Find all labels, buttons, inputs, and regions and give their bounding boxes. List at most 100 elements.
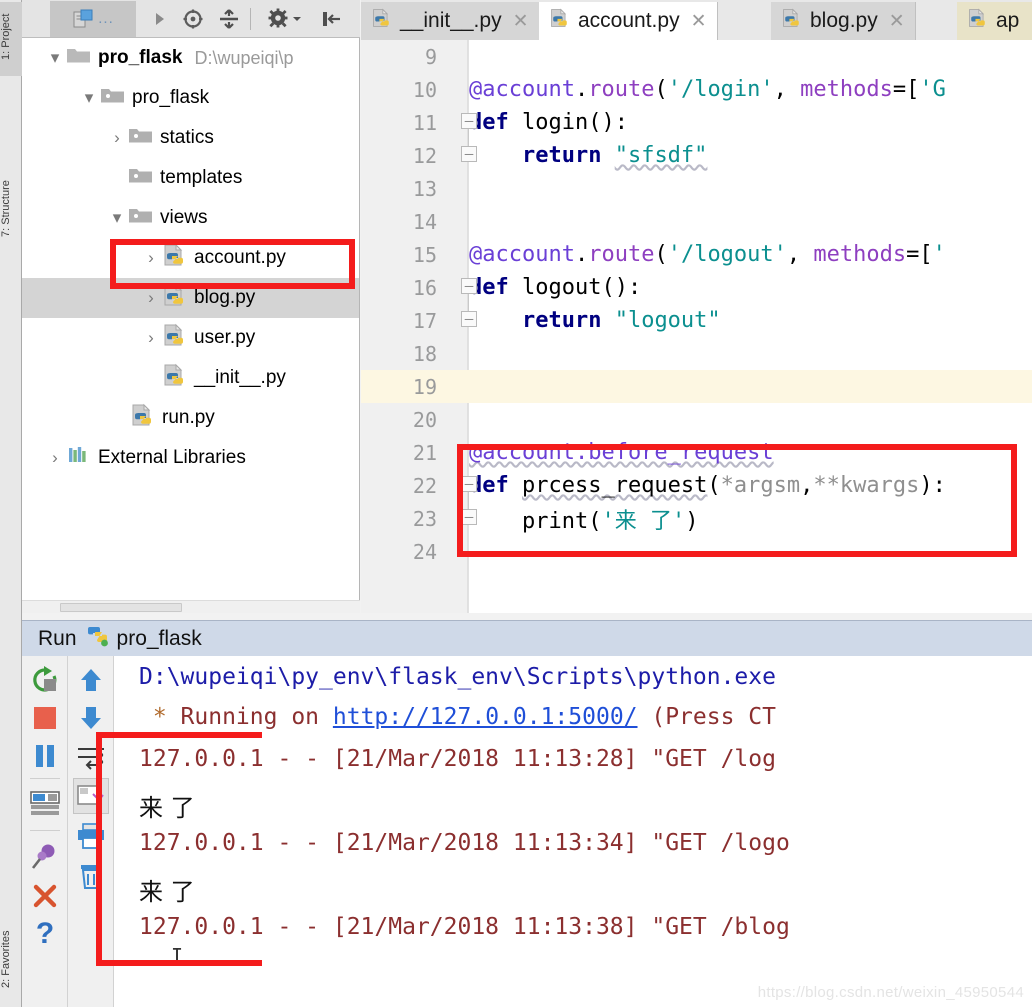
chevron-down-icon[interactable]: [290, 6, 304, 32]
toolbar-divider: [250, 8, 251, 30]
console-output[interactable]: D:\wupeiqi\py_env\flask_env\Scripts\pyth…: [115, 656, 1032, 1007]
scroll-up-icon[interactable]: [73, 662, 109, 698]
chevron-right-icon[interactable]: ›: [44, 448, 66, 468]
tree-row-account-py[interactable]: › account.py: [22, 238, 359, 278]
line-content: def logout():: [469, 275, 642, 300]
project-tree-panel[interactable]: ▾ pro_flask D:\wupeiqi\p ▾ pro_flask › s…: [22, 38, 360, 613]
close-icon[interactable]: ✕: [691, 10, 707, 33]
text-cursor: I: [171, 944, 184, 968]
tree-row-run-py[interactable]: run.py: [22, 398, 359, 438]
code-line[interactable]: 13: [361, 172, 1032, 205]
scrollbar-thumb[interactable]: [60, 603, 182, 612]
line-content: print('来 了'): [521, 508, 699, 534]
pause-icon[interactable]: [27, 738, 63, 774]
line-number: 16: [412, 275, 437, 300]
editor-tab-label: blog.py: [810, 9, 878, 32]
line-number: 13: [412, 176, 437, 201]
line-number: 23: [412, 506, 437, 531]
stop-icon[interactable]: [27, 700, 63, 736]
show-console-icon[interactable]: [27, 786, 63, 822]
editor-tab-init-py[interactable]: __init__.py ✕: [361, 2, 540, 40]
fold-marker-logout-end[interactable]: ─: [461, 311, 477, 327]
code-line[interactable]: 15 @account.route('/logout', methods=[': [361, 238, 1032, 271]
code-line[interactable]: 14: [361, 205, 1032, 238]
server-url-link[interactable]: http://127.0.0.1:5000/: [333, 704, 638, 730]
rerun-icon[interactable]: [27, 662, 63, 698]
tree-row-user-py[interactable]: › user.py: [22, 318, 359, 358]
project-view-selector[interactable]: ...: [50, 1, 136, 37]
tree-row-views[interactable]: ▾ views: [22, 198, 359, 238]
print-icon[interactable]: [73, 818, 109, 854]
libraries-icon: [66, 444, 92, 472]
code-line[interactable]: 9: [361, 40, 1032, 73]
help-icon[interactable]: ?: [27, 916, 63, 952]
chevron-right-icon[interactable]: ›: [140, 328, 162, 348]
console-line-request-log: 127.0.0.1 - - [21/Mar/2018 11:13:34] "GE…: [139, 830, 790, 856]
collapse-all-icon[interactable]: [216, 6, 242, 32]
scroll-to-end-icon[interactable]: [73, 778, 109, 814]
soft-wrap-icon[interactable]: [73, 740, 109, 776]
fold-marker-login-end[interactable]: ─: [461, 146, 477, 162]
tree-row-pro-flask-pkg[interactable]: ▾ pro_flask: [22, 78, 359, 118]
code-line[interactable]: 24: [361, 535, 1032, 568]
tool-tab-project[interactable]: 1: Project: [0, 2, 22, 76]
tree-row-templates[interactable]: templates: [22, 158, 359, 198]
python-file-icon: [371, 7, 393, 35]
tool-tab-structure[interactable]: 7: Structure: [0, 168, 22, 254]
fold-marker-prcess-request[interactable]: ─: [461, 476, 477, 492]
hide-panel-icon[interactable]: [318, 6, 344, 32]
toolbar-separator: [30, 778, 60, 779]
fold-marker-prcess-request-end[interactable]: ─: [461, 509, 477, 525]
line-number: 20: [412, 407, 437, 432]
run-toolbar-secondary: [68, 656, 114, 1007]
line-content: return "sfsdf": [521, 143, 708, 168]
code-line[interactable]: 18: [361, 337, 1032, 370]
code-line[interactable]: 20: [361, 403, 1032, 436]
tree-row-init-py[interactable]: __init__.py: [22, 358, 359, 398]
code-editor[interactable]: 9 10 @account.route('/login', methods=['…: [361, 40, 1032, 613]
expand-run-icon[interactable]: [146, 6, 172, 32]
clear-all-icon[interactable]: [73, 858, 109, 894]
line-number: 12: [412, 143, 437, 168]
scroll-down-icon[interactable]: [73, 700, 109, 736]
code-line-current[interactable]: 19: [361, 370, 1032, 403]
tool-tab-favorites[interactable]: 2: Favorites: [0, 918, 22, 1004]
close-icon[interactable]: [27, 878, 63, 914]
tree-label: __init__.py: [194, 367, 286, 388]
settings-gear-icon[interactable]: [266, 6, 292, 32]
chevron-right-icon[interactable]: ›: [106, 128, 128, 148]
python-file-icon: [162, 323, 188, 353]
python-file-icon: [967, 7, 989, 35]
code-line[interactable]: 21 @account.before_request: [361, 436, 1032, 469]
chevron-down-icon[interactable]: ▾: [78, 88, 100, 108]
chevron-right-icon[interactable]: ›: [140, 248, 162, 268]
line-number: 10: [412, 77, 437, 102]
fold-marker-login[interactable]: ─: [461, 113, 477, 129]
tree-row-blog-py[interactable]: › blog.py: [22, 278, 359, 318]
tree-row-external-libraries[interactable]: › External Libraries: [22, 438, 359, 478]
code-line[interactable]: 10 @account.route('/login', methods=['G: [361, 73, 1032, 106]
python-file-icon: [549, 7, 571, 35]
console-line-interpreter-path: D:\wupeiqi\py_env\flask_env\Scripts\pyth…: [139, 664, 776, 690]
tree-row-pro-flask-root[interactable]: ▾ pro_flask D:\wupeiqi\p: [22, 38, 359, 78]
tree-label: statics: [160, 127, 214, 148]
line-content: def prcess_request(*argsm,**kwargs):: [469, 473, 946, 498]
run-panel-header[interactable]: Run pro_flask: [22, 620, 1032, 656]
tree-label: templates: [160, 167, 243, 188]
project-panel-toolbar: ...: [22, 0, 360, 38]
toolbar-separator: [30, 830, 60, 831]
close-icon[interactable]: ✕: [889, 10, 905, 33]
fold-marker-logout[interactable]: ─: [461, 278, 477, 294]
chevron-down-icon[interactable]: ▾: [44, 48, 66, 68]
console-line-running: * Running on http://127.0.0.1:5000/ (Pre…: [139, 704, 776, 730]
project-panel-hscrollbar[interactable]: [22, 600, 360, 613]
chevron-down-icon[interactable]: ▾: [106, 208, 128, 228]
editor-tab-blog-py[interactable]: blog.py ✕: [771, 2, 916, 40]
editor-tab-app-py[interactable]: ap: [957, 2, 1032, 40]
chevron-right-icon[interactable]: ›: [140, 288, 162, 308]
close-icon[interactable]: ✕: [513, 10, 529, 33]
locate-target-icon[interactable]: [180, 6, 206, 32]
pin-tab-icon[interactable]: [27, 838, 63, 874]
tree-row-statics[interactable]: › statics: [22, 118, 359, 158]
editor-tab-account-py[interactable]: account.py ✕: [539, 2, 718, 40]
